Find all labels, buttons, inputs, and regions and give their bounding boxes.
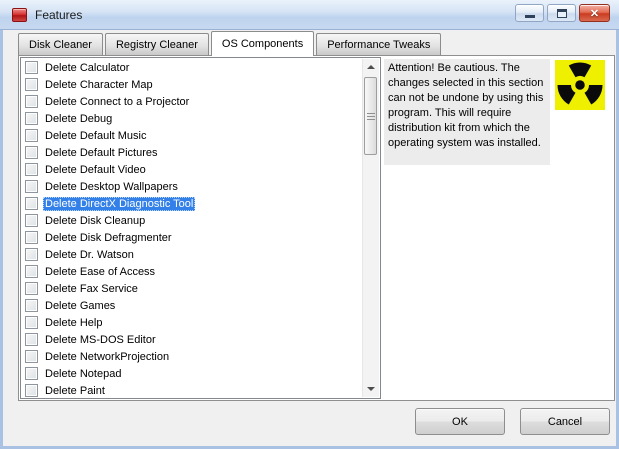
list-item[interactable]: Delete MS-DOS Editor: [21, 331, 362, 348]
item-label: Delete Default Video: [43, 163, 148, 177]
checkbox[interactable]: [25, 61, 38, 74]
list-item[interactable]: Delete Notepad: [21, 365, 362, 382]
list-item[interactable]: Delete Games: [21, 297, 362, 314]
warning-text: Attention! Be cautious. The changes sele…: [388, 62, 543, 149]
checkbox[interactable]: [25, 384, 38, 397]
list-item[interactable]: Delete Dr. Watson: [21, 246, 362, 263]
list-item[interactable]: Delete DirectX Diagnostic Tool: [21, 195, 362, 212]
list-item[interactable]: Delete Help: [21, 314, 362, 331]
warning-panel: Attention! Be cautious. The changes sele…: [384, 59, 550, 165]
list-item[interactable]: Delete Desktop Wallpapers: [21, 178, 362, 195]
titlebar[interactable]: Features ✕: [0, 0, 619, 30]
window-controls: ✕: [515, 4, 610, 22]
list-item[interactable]: Delete Character Map: [21, 76, 362, 93]
checkbox[interactable]: [25, 367, 38, 380]
scroll-down-button[interactable]: [363, 381, 379, 397]
checkbox[interactable]: [25, 95, 38, 108]
item-label: Delete Paint: [43, 384, 107, 398]
item-label: Delete Default Music: [43, 129, 149, 143]
checkbox[interactable]: [25, 316, 38, 329]
item-label: Delete MS-DOS Editor: [43, 333, 158, 347]
arrow-down-icon: [367, 387, 375, 391]
tab-disk-cleaner[interactable]: Disk Cleaner: [18, 33, 103, 55]
tab-registry-cleaner[interactable]: Registry Cleaner: [105, 33, 209, 55]
checkbox[interactable]: [25, 129, 38, 142]
thumb-grip-icon: [367, 113, 375, 120]
item-label: Delete Default Pictures: [43, 146, 160, 160]
tab-page-os-components: Delete Calculator Delete Character Map Del…: [18, 55, 615, 401]
checkbox[interactable]: [25, 180, 38, 193]
list-item[interactable]: Delete Fax Service: [21, 280, 362, 297]
scroll-thumb[interactable]: [364, 77, 377, 155]
list-item[interactable]: Delete Default Music: [21, 127, 362, 144]
checkbox-list[interactable]: Delete Calculator Delete Character Map Del…: [20, 57, 381, 399]
item-label: Delete NetworkProjection: [43, 350, 171, 364]
maximize-icon: [557, 9, 567, 18]
checkbox[interactable]: [25, 214, 38, 227]
list-item[interactable]: Delete Connect to a Projector: [21, 93, 362, 110]
maximize-button[interactable]: [547, 4, 576, 22]
list-item[interactable]: Delete NetworkProjection: [21, 348, 362, 365]
item-label: Delete Dr. Watson: [43, 248, 136, 262]
ok-button[interactable]: OK: [415, 408, 505, 435]
checkbox[interactable]: [25, 146, 38, 159]
window-title: Features: [35, 8, 82, 22]
item-label: Delete Calculator: [43, 61, 131, 75]
item-label: Delete Character Map: [43, 78, 155, 92]
checkbox[interactable]: [25, 350, 38, 363]
list-item[interactable]: Delete Default Pictures: [21, 144, 362, 161]
item-label: Delete Debug: [43, 112, 114, 126]
vertical-scrollbar[interactable]: [362, 59, 379, 397]
list-item[interactable]: Delete Paint: [21, 382, 362, 399]
item-label: Delete Desktop Wallpapers: [43, 180, 180, 194]
list-item[interactable]: Delete Ease of Access: [21, 263, 362, 280]
checkbox[interactable]: [25, 197, 38, 210]
scroll-up-button[interactable]: [363, 59, 379, 75]
item-label: Delete Games: [43, 299, 117, 313]
item-label: Delete Connect to a Projector: [43, 95, 191, 109]
checkbox[interactable]: [25, 248, 38, 261]
tab-bar: Disk CleanerRegistry CleanerOS Component…: [18, 31, 443, 55]
checkbox[interactable]: [25, 163, 38, 176]
item-label: Delete DirectX Diagnostic Tool: [43, 197, 195, 211]
checkbox[interactable]: [25, 78, 38, 91]
tab-performance-tweaks[interactable]: Performance Tweaks: [316, 33, 441, 55]
close-button[interactable]: ✕: [579, 4, 610, 22]
item-label: Delete Notepad: [43, 367, 123, 381]
item-label: Delete Help: [43, 316, 104, 330]
item-label: Delete Fax Service: [43, 282, 140, 296]
list-item[interactable]: Delete Debug: [21, 110, 362, 127]
checkbox[interactable]: [25, 112, 38, 125]
checkbox[interactable]: [25, 299, 38, 312]
cancel-button[interactable]: Cancel: [520, 408, 610, 435]
minimize-icon: [525, 15, 535, 18]
minimize-button[interactable]: [515, 4, 544, 22]
arrow-up-icon: [367, 65, 375, 69]
radiation-icon: [555, 60, 605, 110]
close-icon: ✕: [590, 7, 599, 20]
list-item[interactable]: Delete Default Video: [21, 161, 362, 178]
item-label: Delete Ease of Access: [43, 265, 157, 279]
features-dialog: Features ✕ Disk CleanerRegistry CleanerO…: [0, 0, 619, 449]
app-icon: [12, 8, 27, 22]
list-item[interactable]: Delete Calculator: [21, 59, 362, 76]
item-label: Delete Disk Defragmenter: [43, 231, 174, 245]
checkbox-list-rows: Delete Calculator Delete Character Map Del…: [21, 59, 362, 399]
checkbox[interactable]: [25, 333, 38, 346]
item-label: Delete Disk Cleanup: [43, 214, 147, 228]
list-item[interactable]: Delete Disk Defragmenter: [21, 229, 362, 246]
checkbox[interactable]: [25, 265, 38, 278]
tab-os-components[interactable]: OS Components: [211, 31, 314, 56]
checkbox[interactable]: [25, 231, 38, 244]
checkbox[interactable]: [25, 282, 38, 295]
list-item[interactable]: Delete Disk Cleanup: [21, 212, 362, 229]
